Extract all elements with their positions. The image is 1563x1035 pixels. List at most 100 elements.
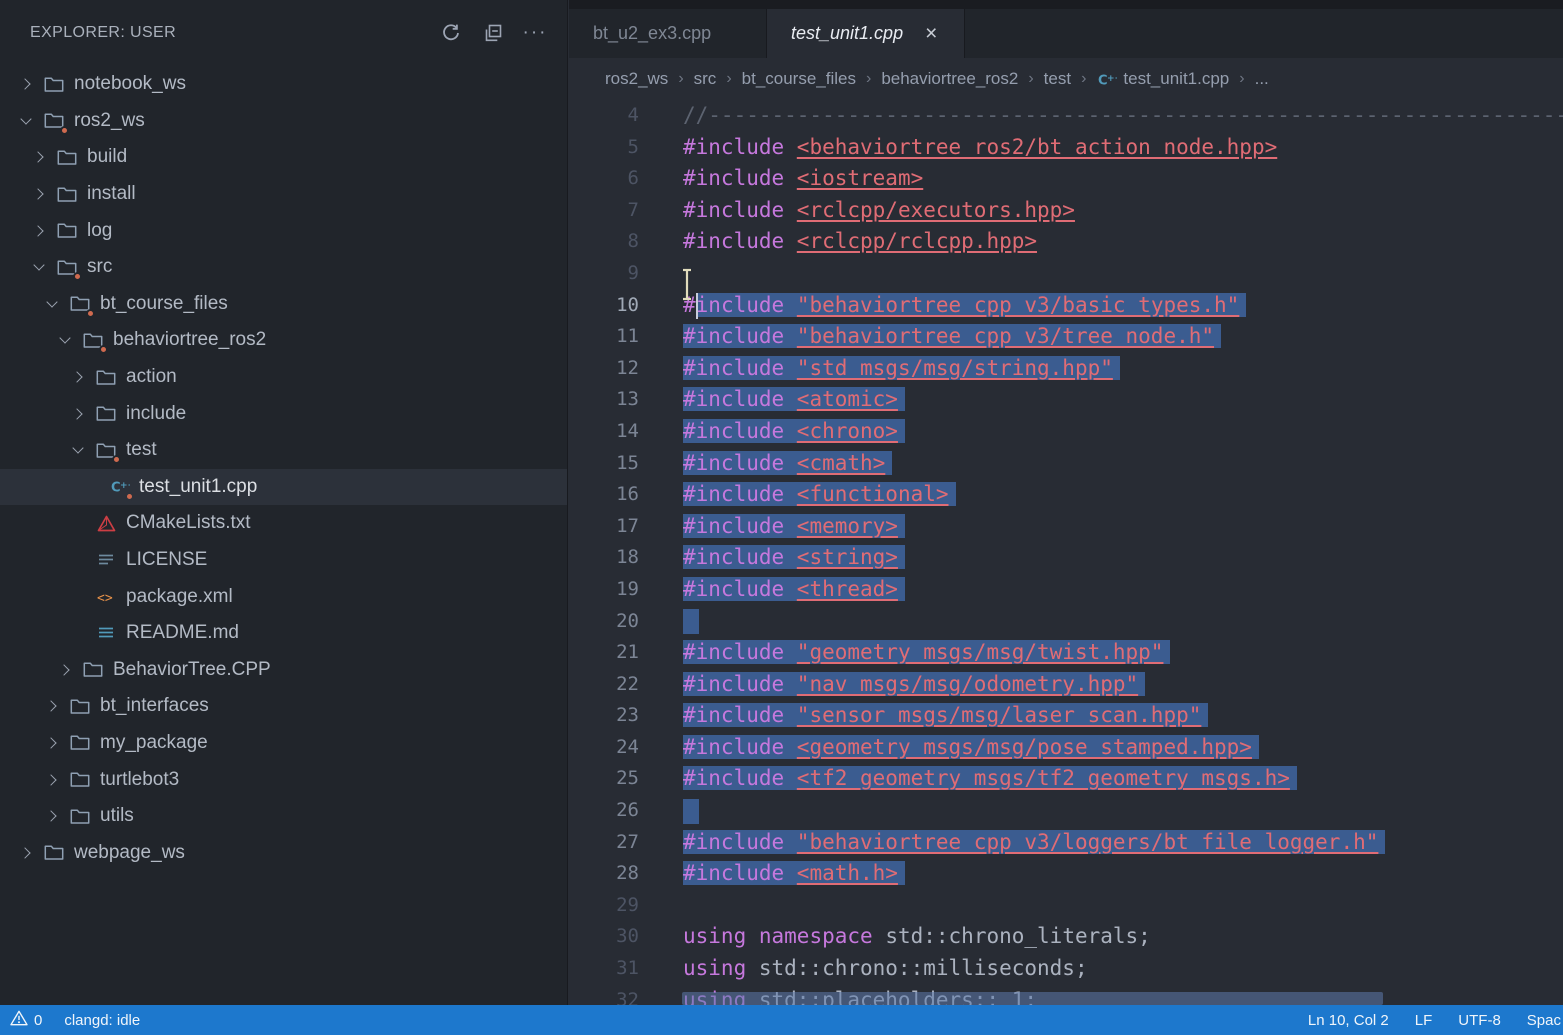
tab-test_unit1.cpp[interactable]: test_unit1.cpp× <box>767 9 965 58</box>
code-line[interactable]: 18#include <string> <box>569 542 1563 574</box>
collapse-folders-icon[interactable] <box>477 18 509 48</box>
cursor-position[interactable]: Ln 10, Col 2 <box>1308 1012 1389 1029</box>
code-line[interactable]: 27#include "behaviortree_cpp_v3/loggers/… <box>569 827 1563 859</box>
tree-folder-notebook_ws[interactable]: notebook_ws <box>0 66 567 103</box>
code-line[interactable]: 7#include <rclcpp/executors.hpp> <box>569 195 1563 227</box>
horizontal-scrollbar[interactable] <box>682 992 1383 1005</box>
code-line[interactable]: 31using std::chrono::milliseconds; <box>569 953 1563 985</box>
tree-folder-behaviortree_ros2[interactable]: behaviortree_ros2 <box>0 322 567 359</box>
encoding-indicator[interactable]: UTF-8 <box>1458 1012 1501 1029</box>
breadcrumb-separator-icon: › <box>1081 70 1086 88</box>
code-line[interactable]: 9 <box>569 258 1563 290</box>
folder-icon <box>69 695 91 717</box>
breadcrumb-item[interactable]: ... <box>1255 69 1269 89</box>
chevron-right-icon <box>55 666 75 674</box>
code-token: #include <box>683 514 797 538</box>
tree-file-test_unit1.cpp[interactable]: C++test_unit1.cpp <box>0 469 567 506</box>
breadcrumb-item[interactable]: C++test_unit1.cpp <box>1096 69 1229 89</box>
code-line[interactable]: 29 <box>569 890 1563 922</box>
code-line[interactable]: 20 <box>569 606 1563 638</box>
code-token: <memory> <box>797 514 898 538</box>
breadcrumb-label: test_unit1.cpp <box>1123 69 1229 89</box>
problems-indicator[interactable]: 0 <box>10 1010 42 1030</box>
tree-folder-ros2_ws[interactable]: ros2_ws <box>0 103 567 140</box>
line-number: 4 <box>569 100 639 132</box>
line-content: #include <iostream> <box>639 163 1563 195</box>
code-line[interactable]: 14#include <chrono> <box>569 416 1563 448</box>
line-content: #include "behaviortree_cpp_v3/basic_type… <box>639 290 1563 322</box>
code-line[interactable]: 15#include <cmath> <box>569 448 1563 480</box>
breadcrumb-item[interactable]: test <box>1044 69 1071 89</box>
code-line[interactable]: 28#include <math.h> <box>569 858 1563 890</box>
code-line[interactable]: 30using namespace std::chrono_literals; <box>569 921 1563 953</box>
indentation-indicator[interactable]: Spac <box>1527 1012 1561 1029</box>
chevron-right-icon <box>16 80 36 88</box>
md-file-icon <box>95 622 117 644</box>
tree-folder-bt_course_files[interactable]: bt_course_files <box>0 286 567 323</box>
tree-folder-turtlebot3[interactable]: turtlebot3 <box>0 761 567 798</box>
editor-group: bt_u2_ex3.cpptest_unit1.cpp× ros2_ws›src… <box>569 0 1563 1005</box>
code-token: "sensor_msgs/msg/laser_scan.hpp" <box>797 703 1202 727</box>
code-line[interactable]: 13#include <atomic> <box>569 384 1563 416</box>
code-line[interactable]: 11#include "behaviortree_cpp_v3/tree_nod… <box>569 321 1563 353</box>
code-line[interactable]: 4//-------------------------------------… <box>569 100 1563 132</box>
code-line[interactable]: 10#include "behaviortree_cpp_v3/basic_ty… <box>569 290 1563 322</box>
tree-folder-utils[interactable]: utils <box>0 798 567 835</box>
line-text: using std::chrono::milliseconds; <box>683 956 1088 980</box>
tree-folder-webpage_ws[interactable]: webpage_ws <box>0 834 567 871</box>
code-line[interactable]: 19#include <thread> <box>569 574 1563 606</box>
tree-item-label: log <box>87 220 112 242</box>
code-line[interactable]: 16#include <functional> <box>569 479 1563 511</box>
tree-file-package.xml[interactable]: <>package.xml <box>0 578 567 615</box>
tree-folder-bt_interfaces[interactable]: bt_interfaces <box>0 688 567 725</box>
code-line[interactable]: 23#include "sensor_msgs/msg/laser_scan.h… <box>569 700 1563 732</box>
line-number: 10 <box>569 290 639 322</box>
code-line[interactable]: 25#include <tf2_geometry_msgs/tf2_geomet… <box>569 763 1563 795</box>
language-server-status[interactable]: clangd: idle <box>64 1012 140 1029</box>
breadcrumb-item[interactable]: ros2_ws <box>605 69 668 89</box>
code-line[interactable]: 26 <box>569 795 1563 827</box>
breadcrumb: ros2_ws›src›bt_course_files›behaviortree… <box>569 58 1563 100</box>
tree-folder-build[interactable]: build <box>0 139 567 176</box>
code-editor[interactable]: 4//-------------------------------------… <box>569 100 1563 1005</box>
breadcrumb-item[interactable]: behaviortree_ros2 <box>881 69 1018 89</box>
close-icon[interactable]: × <box>925 23 937 44</box>
tree-item-label: notebook_ws <box>74 73 186 95</box>
tree-folder-install[interactable]: install <box>0 176 567 213</box>
chevron-down-icon <box>29 265 49 269</box>
tree-folder-src[interactable]: src <box>0 249 567 286</box>
line-content: #include <cmath> <box>639 448 1563 480</box>
tree-folder-log[interactable]: log <box>0 212 567 249</box>
code-line[interactable]: 6#include <iostream> <box>569 163 1563 195</box>
code-line[interactable]: 22#include "nav_msgs/msg/odometry.hpp" <box>569 669 1563 701</box>
tree-item-label: test_unit1.cpp <box>139 476 257 498</box>
code-line[interactable]: 17#include <memory> <box>569 511 1563 543</box>
selection-highlight: #include "nav_msgs/msg/odometry.hpp" <box>683 672 1145 696</box>
line-content: #include "sensor_msgs/msg/laser_scan.hpp… <box>639 700 1563 732</box>
eol-indicator[interactable]: LF <box>1415 1012 1433 1029</box>
line-number: 18 <box>569 542 639 574</box>
more-actions-icon[interactable]: ··· <box>519 18 551 48</box>
selection-highlight <box>683 799 699 824</box>
tree-folder-action[interactable]: action <box>0 359 567 396</box>
tree-folder-test[interactable]: test <box>0 432 567 469</box>
tree-folder-include[interactable]: include <box>0 395 567 432</box>
svg-text:<>: <> <box>97 591 113 605</box>
tab-bt_u2_ex3.cpp[interactable]: bt_u2_ex3.cpp <box>569 9 767 58</box>
code-token: using <box>683 956 746 980</box>
line-text: #include <behaviortree_ros2/bt_action_no… <box>683 135 1277 159</box>
code-line[interactable]: 12#include "std_msgs/msg/string.hpp" <box>569 353 1563 385</box>
tree-folder-my_package[interactable]: my_package <box>0 725 567 762</box>
tree-file-CMakeLists.txt[interactable]: CMakeLists.txt <box>0 505 567 542</box>
tree-folder-BehaviorTree.CPP[interactable]: BehaviorTree.CPP <box>0 652 567 689</box>
breadcrumb-item[interactable]: bt_course_files <box>742 69 856 89</box>
refresh-icon[interactable] <box>435 18 467 48</box>
breadcrumb-item[interactable]: src <box>694 69 717 89</box>
code-line[interactable]: 8#include <rclcpp/rclcpp.hpp> <box>569 226 1563 258</box>
code-line[interactable]: 5#include <behaviortree_ros2/bt_action_n… <box>569 132 1563 164</box>
line-content <box>639 606 1563 638</box>
tree-file-LICENSE[interactable]: LICENSE <box>0 542 567 579</box>
tree-file-README.md[interactable]: README.md <box>0 615 567 652</box>
code-line[interactable]: 21#include "geometry_msgs/msg/twist.hpp" <box>569 637 1563 669</box>
code-line[interactable]: 24#include <geometry_msgs/msg/pose_stamp… <box>569 732 1563 764</box>
